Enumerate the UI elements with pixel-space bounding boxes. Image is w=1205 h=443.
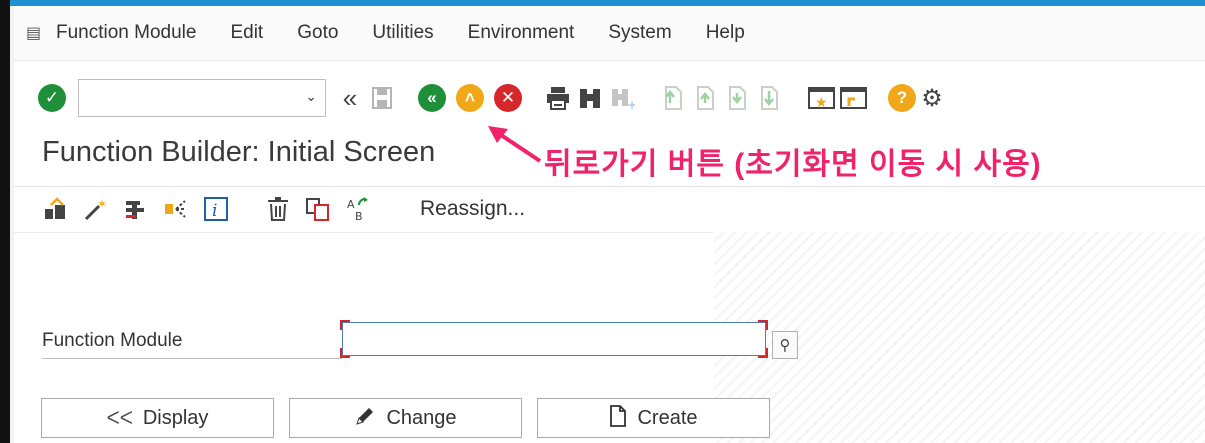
chevron-down-icon[interactable]: ⌄ (305, 88, 317, 105)
settings-icon[interactable]: ⚙ (916, 81, 948, 115)
sap-window: ▤ Function Module Edit Goto Utilities En… (14, 6, 1205, 443)
rename-icon[interactable]: AB (338, 193, 378, 225)
display-button[interactable]: ᐸᐸ Display (41, 398, 274, 438)
menu-help[interactable]: Help (706, 22, 745, 44)
menu-utilities[interactable]: Utilities (372, 22, 433, 44)
menu-toggle-icon[interactable]: ▤ (26, 23, 56, 43)
exit-icon[interactable]: ˄ (456, 84, 484, 112)
required-corner-br (758, 348, 768, 358)
magic-wand-icon[interactable]: ✶ (76, 193, 116, 225)
next-page-icon[interactable] (720, 81, 752, 115)
window-left-edge (0, 0, 10, 443)
function-module-field-wrap (340, 320, 768, 358)
save-icon[interactable] (366, 81, 398, 115)
glasses-icon: ᐸᐸ (106, 407, 133, 428)
help-icon[interactable]: ? (888, 84, 916, 112)
where-used-icon[interactable] (156, 193, 196, 225)
copy-icon[interactable] (298, 193, 338, 225)
function-module-input[interactable] (340, 320, 768, 358)
menu-goto[interactable]: Goto (297, 22, 338, 44)
title-divider (14, 186, 1205, 187)
change-button[interactable]: Change (289, 398, 522, 438)
test-icon[interactable] (116, 193, 156, 225)
svg-text:B: B (355, 210, 363, 222)
info-icon[interactable]: i (196, 193, 236, 225)
page-title: Function Builder: Initial Screen (42, 136, 436, 168)
other-object-icon[interactable] (36, 193, 76, 225)
application-toolbar: ✶ i AB Reassign... (36, 188, 936, 230)
menu-system[interactable]: System (608, 22, 671, 44)
required-corner-tl (340, 320, 350, 330)
command-field[interactable]: ⌄ (78, 79, 326, 117)
new-document-icon (609, 404, 627, 432)
first-page-icon[interactable] (656, 81, 688, 115)
required-corner-tr (758, 320, 768, 330)
find-next-icon[interactable]: + (606, 81, 638, 115)
find-icon[interactable] (574, 81, 606, 115)
previous-page-icon[interactable] (688, 81, 720, 115)
menu-environment[interactable]: Environment (468, 22, 575, 44)
svg-text:A: A (347, 198, 355, 211)
required-corner-bl (340, 348, 350, 358)
annotation-text: 뒤로가기 버튼 (초기화면 이동 시 사용) (544, 148, 1042, 181)
standard-toolbar: ✓ ⌄ « « ˄ ✕ + ★ ? ⚙ (14, 68, 1205, 128)
menu-edit[interactable]: Edit (230, 22, 263, 44)
svg-text:i: i (212, 201, 217, 221)
menu-bar: ▤ Function Module Edit Goto Utilities En… (14, 6, 1205, 61)
annotation-arrow-icon (488, 126, 542, 163)
svg-text:✶: ✶ (97, 197, 107, 211)
svg-text:+: + (627, 98, 635, 110)
print-icon[interactable] (542, 81, 574, 115)
create-session-icon[interactable]: ★ (806, 81, 838, 115)
shortcut-icon[interactable] (838, 81, 870, 115)
pencil-icon (354, 405, 376, 432)
svg-text:★: ★ (815, 95, 828, 111)
collapse-command-icon[interactable]: « (334, 81, 366, 115)
reassign-button[interactable]: Reassign... (420, 197, 525, 221)
delete-icon[interactable] (258, 193, 298, 225)
display-button-label: Display (142, 406, 209, 429)
function-module-label: Function Module (42, 330, 342, 359)
enter-icon[interactable]: ✓ (38, 84, 66, 112)
value-help-search-icon[interactable]: ⚲ (772, 331, 798, 359)
create-button-label: Create (637, 406, 698, 429)
menu-function-module[interactable]: Function Module (56, 22, 196, 44)
back-icon[interactable]: « (418, 84, 446, 112)
cancel-icon[interactable]: ✕ (494, 84, 522, 112)
create-button[interactable]: Create (537, 398, 770, 438)
last-page-icon[interactable] (752, 81, 784, 115)
change-button-label: Change (386, 406, 457, 429)
